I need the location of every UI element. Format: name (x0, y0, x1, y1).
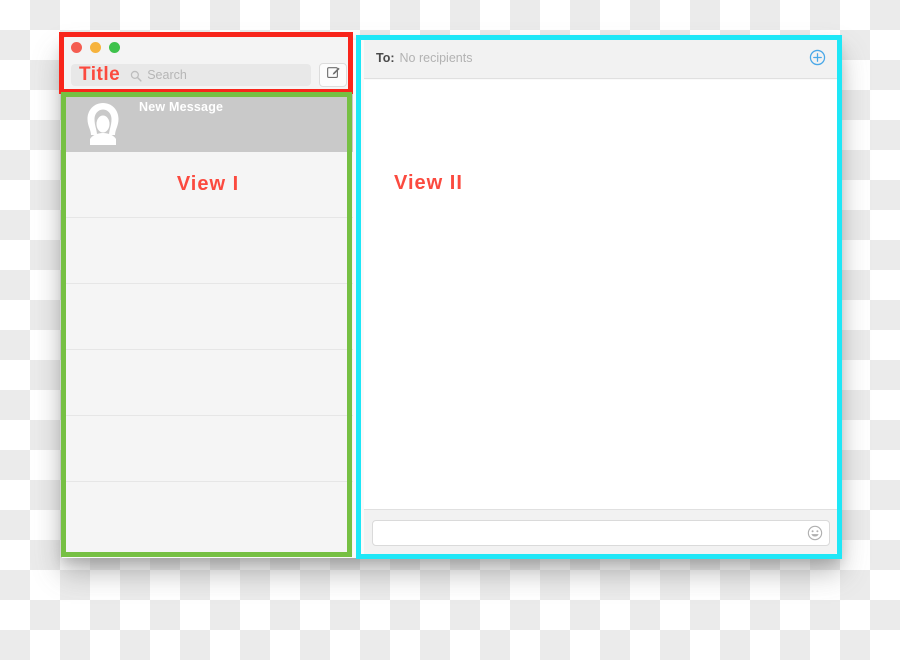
view-one-label: View I (176, 173, 240, 195)
view-two-label: View II (394, 172, 463, 194)
list-item[interactable] (65, 284, 353, 350)
close-window-button[interactable] (71, 42, 82, 53)
page-title: Title (79, 64, 121, 85)
list-item-new-message[interactable]: New Message (63, 94, 353, 152)
compose-icon (326, 65, 341, 85)
list-item[interactable] (65, 350, 353, 416)
list-item[interactable] (65, 218, 353, 284)
maximize-window-button[interactable] (109, 42, 120, 53)
person-avatar-icon (79, 99, 127, 147)
recipients-value: No recipients (399, 50, 473, 65)
list-item-title: New Message (139, 100, 224, 114)
search-icon (130, 69, 142, 82)
compose-button[interactable] (319, 62, 347, 87)
plus-circle-icon[interactable] (809, 49, 826, 66)
left-column: Title Search New Message View I (60, 33, 356, 559)
smiley-icon[interactable] (807, 525, 823, 541)
window-toolbar: Title Search (63, 36, 353, 94)
message-body-area[interactable]: View II (364, 80, 838, 509)
list-item[interactable] (65, 416, 353, 482)
recipients-bar[interactable]: To: No recipients (364, 37, 838, 79)
message-compose-bar (364, 509, 838, 555)
view-one-annotation-row: View I (63, 152, 353, 218)
conversation-list[interactable]: New Message View I (63, 94, 353, 556)
search-placeholder: Search (147, 67, 187, 82)
app-window: Title Search New Message View I To: No r… (60, 33, 842, 559)
search-input[interactable]: Title Search (71, 63, 311, 86)
toolbar-search-row: Title Search (71, 62, 347, 87)
right-column: To: No recipients View II (360, 33, 842, 559)
traffic-lights (71, 42, 120, 53)
list-item[interactable] (65, 482, 353, 548)
to-label: To: (376, 50, 395, 65)
minimize-window-button[interactable] (90, 42, 101, 53)
message-input[interactable] (372, 519, 830, 546)
